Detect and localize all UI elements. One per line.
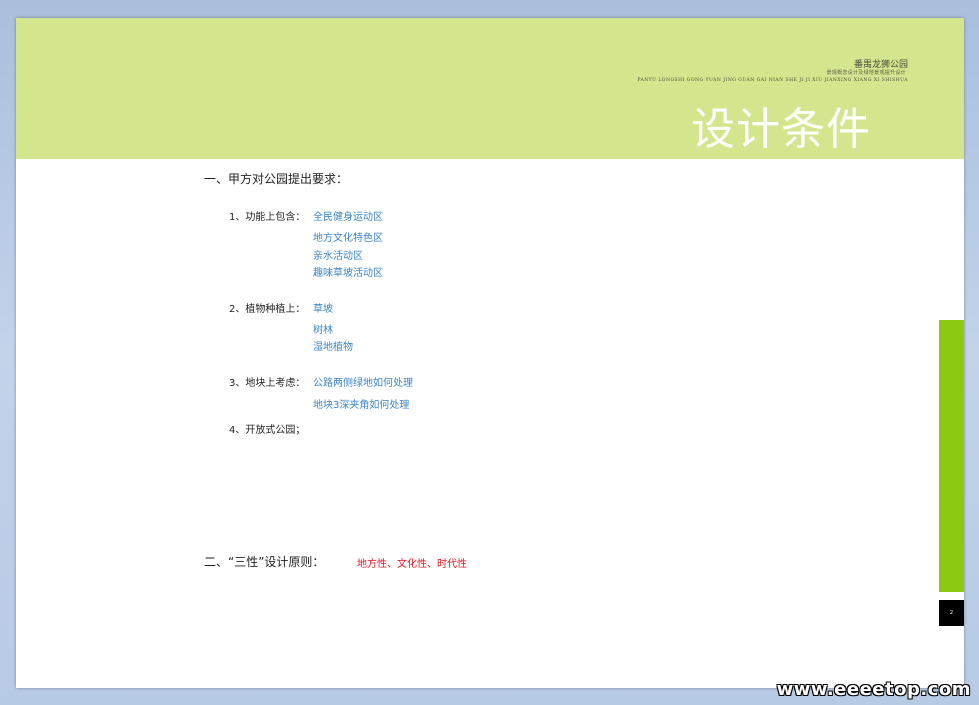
item3-label: 3、地块上考虑： (229, 378, 306, 389)
item2-label: 2、植物种植上： (229, 304, 306, 315)
page-title: 设计条件 (691, 104, 871, 155)
project-pinyin: PANYU LONGSHI GONG YUAN JING GUAN GAI NI… (637, 78, 908, 83)
page-number: 2 (939, 600, 964, 626)
item2-value-3: 湿地植物 (313, 342, 353, 353)
item4-label: 4、开放式公园； (229, 425, 306, 436)
item1-label: 1、功能上包含： (229, 212, 306, 223)
section2-principles: 地方性、文化性、时代性 (357, 559, 467, 570)
item1-value-2: 地方文化特色区 (313, 233, 383, 244)
watermark-text: www.eeeetop.com (776, 679, 971, 700)
item3-value-2: 地块3深夹角如何处理 (313, 400, 410, 411)
section1-heading: 一、甲方对公园提出要求： (204, 172, 349, 186)
item2-value-1: 草坡 (313, 304, 333, 315)
item3-value-1: 公路两侧绿地如何处理 (313, 378, 413, 389)
project-subtitle: 景观概念设计及绿地景观提升设计 (826, 70, 906, 76)
slide: 番禺龙狮公园 景观概念设计及绿地景观提升设计 PANYU LONGSHI GON… (16, 18, 964, 688)
item1-value-4: 趣味草坡活动区 (313, 268, 383, 279)
item2-value-2: 树林 (313, 325, 333, 336)
item1-value-1: 全民健身运动区 (313, 212, 383, 223)
header-band: 番禺龙狮公园 景观概念设计及绿地景观提升设计 PANYU LONGSHI GON… (16, 18, 964, 159)
accent-strip (939, 320, 964, 592)
item1-value-3: 亲水活动区 (313, 251, 363, 262)
section2-heading: 二、“三性”设计原则： (204, 555, 325, 569)
